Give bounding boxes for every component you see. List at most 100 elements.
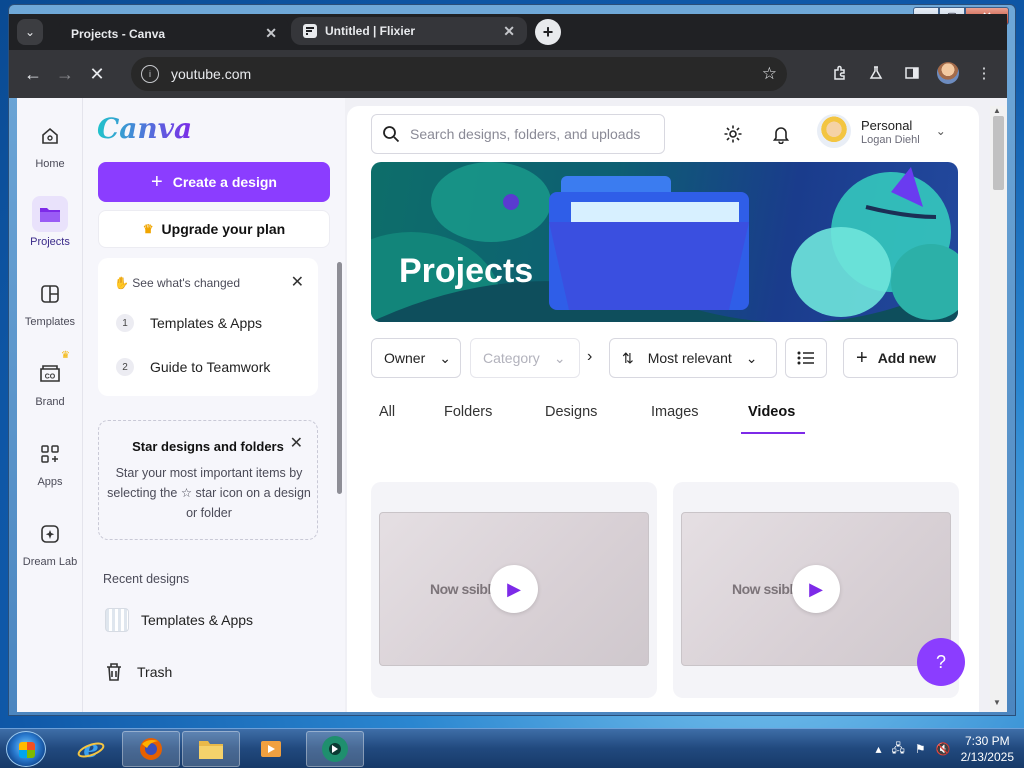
- list-view-button[interactable]: [785, 338, 827, 378]
- scroll-up-arrow-icon[interactable]: ▲: [993, 106, 1001, 115]
- home-icon: [32, 118, 68, 154]
- recent-design-item[interactable]: Templates & Apps: [105, 608, 253, 632]
- canva-logo[interactable]: Canva: [97, 112, 192, 145]
- profile-avatar-icon[interactable]: [933, 58, 963, 88]
- firefox-taskbar-icon[interactable]: [122, 731, 180, 767]
- system-tray: ▴ 🖧 ⚑ 🔇 7:30 PM 2/13/2025: [875, 729, 1014, 768]
- rail-label: Apps: [37, 476, 63, 488]
- rail-label: Projects: [30, 236, 70, 248]
- tab-strip: ⌄ Projects - Canva ✕ Untitled | Flixier …: [9, 14, 1007, 50]
- tab-videos[interactable]: Videos: [748, 404, 795, 420]
- start-button[interactable]: [6, 731, 46, 767]
- rail-item-templates[interactable]: Templates: [17, 276, 83, 328]
- media-player-taskbar-icon[interactable]: [242, 731, 300, 767]
- close-card-icon[interactable]: ✕: [291, 272, 304, 292]
- show-hidden-icons-icon[interactable]: ▴: [875, 742, 881, 756]
- action-center-flag-icon[interactable]: ⚑: [915, 742, 926, 756]
- internet-explorer-taskbar-icon[interactable]: e: [62, 731, 120, 767]
- new-tab-button[interactable]: +: [535, 19, 561, 45]
- file-explorer-taskbar-icon[interactable]: [182, 731, 240, 767]
- help-button[interactable]: ?: [917, 638, 965, 686]
- left-rail: Home Projects Templates ♛ CO Brand Apps: [17, 98, 83, 712]
- owner-filter-label: Owner: [384, 350, 426, 366]
- upgrade-plan-button[interactable]: ♛ Upgrade your plan: [98, 210, 330, 248]
- chevron-right-icon[interactable]: ›: [587, 348, 592, 366]
- rail-item-projects[interactable]: Projects: [17, 196, 83, 248]
- page-scrollbar-thumb[interactable]: [993, 116, 1004, 190]
- site-info-icon[interactable]: i: [141, 65, 159, 83]
- labs-flask-icon[interactable]: [861, 58, 891, 88]
- notifications-bell-icon[interactable]: [767, 120, 795, 148]
- bookmark-star-icon[interactable]: ☆: [762, 64, 777, 84]
- browser-toolbar: ← → ✕ i youtube.com ☆ ⋮: [9, 50, 1007, 98]
- star-card-body: Star your most important items by select…: [107, 466, 311, 520]
- tab-folders[interactable]: Folders: [444, 404, 492, 420]
- recent-design-label: Templates & Apps: [141, 612, 254, 628]
- owner-filter[interactable]: Owner ⌄: [371, 338, 461, 378]
- search-input[interactable]: Search designs, folders, and uploads: [371, 114, 665, 154]
- changed-item-guide-teamwork[interactable]: 2 Guide to Teamwork: [116, 358, 270, 376]
- tab-close-icon[interactable]: ✕: [265, 25, 277, 42]
- tab-projects-canva[interactable]: Projects - Canva ✕: [59, 17, 289, 50]
- rail-item-brand[interactable]: ♛ CO Brand: [17, 350, 83, 408]
- clock-time: 7:30 PM: [964, 734, 1010, 748]
- stop-loading-button[interactable]: ✕: [81, 58, 113, 90]
- changed-item-templates-apps[interactable]: 1 Templates & Apps: [116, 314, 262, 332]
- avatar: [817, 114, 851, 148]
- rail-label: Templates: [24, 316, 76, 328]
- settings-gear-icon[interactable]: [719, 120, 747, 148]
- rail-label: Dream Lab: [22, 556, 78, 568]
- chevron-down-icon: ⌄: [553, 349, 566, 366]
- page-scrollbar-track[interactable]: [990, 106, 1007, 712]
- add-new-button[interactable]: + Add new: [843, 338, 958, 378]
- play-icon[interactable]: ▶: [792, 565, 840, 613]
- banner-title: Projects: [399, 252, 534, 290]
- video-card[interactable]: Now ssible ▶: [673, 482, 959, 698]
- rail-item-dream-lab[interactable]: Dream Lab: [17, 516, 83, 568]
- tab-close-icon[interactable]: ✕: [503, 23, 515, 40]
- tab-images[interactable]: Images: [651, 404, 699, 420]
- create-design-button[interactable]: + Create a design: [98, 162, 330, 202]
- search-icon: [383, 126, 400, 143]
- category-filter[interactable]: Category ⌄: [470, 338, 580, 378]
- profile-switcher[interactable]: Personal Logan Diehl ⌄: [817, 114, 946, 148]
- browser-chrome: ⌄ Projects - Canva ✕ Untitled | Flixier …: [9, 14, 1007, 98]
- profile-name: Personal: [861, 117, 913, 133]
- video-card[interactable]: Now ssible ▶: [371, 482, 657, 698]
- changed-item-label: Templates & Apps: [150, 315, 263, 331]
- tab-search-button[interactable]: ⌄: [17, 19, 43, 45]
- tab-flixier[interactable]: Untitled | Flixier ✕: [291, 17, 527, 45]
- svg-text:e: e: [83, 735, 98, 763]
- panel-scrollbar[interactable]: [337, 262, 342, 494]
- volume-muted-icon[interactable]: 🔇: [936, 742, 951, 756]
- taskbar-clock[interactable]: 7:30 PM 2/13/2025: [961, 733, 1014, 765]
- side-panel-icon[interactable]: [897, 58, 927, 88]
- tab-designs[interactable]: Designs: [545, 404, 597, 420]
- clock-date: 2/13/2025: [960, 750, 1014, 764]
- sort-dropdown[interactable]: ⇅ Most relevant ⌄: [609, 338, 777, 378]
- active-tab-indicator: [741, 432, 805, 434]
- rail-label: Brand: [35, 396, 65, 408]
- rail-item-home[interactable]: Home: [17, 118, 83, 170]
- recent-designs-heading: Recent designs: [103, 572, 190, 586]
- apps-icon: [32, 436, 68, 472]
- star-card-title: Star designs and folders: [132, 439, 284, 454]
- rail-item-apps[interactable]: Apps: [17, 436, 83, 488]
- forward-button[interactable]: →: [49, 58, 81, 90]
- extensions-icon[interactable]: [825, 58, 855, 88]
- chrome-taskbar-icon[interactable]: [306, 731, 364, 767]
- play-icon[interactable]: ▶: [490, 565, 538, 613]
- page-viewport: Home Projects Templates ♛ CO Brand Apps: [17, 98, 1007, 712]
- back-button[interactable]: ←: [17, 58, 49, 90]
- tab-all[interactable]: All: [379, 404, 395, 420]
- scroll-down-arrow-icon[interactable]: ▼: [993, 698, 1001, 707]
- main-content: Search designs, folders, and uploads Per…: [347, 106, 979, 712]
- projects-banner: Projects: [371, 162, 958, 322]
- close-card-icon[interactable]: ✕: [290, 433, 303, 453]
- whats-changed-card: ✋ See what's changed ✕ 1 Templates & App…: [98, 258, 318, 396]
- menu-dots-icon[interactable]: ⋮: [969, 58, 999, 88]
- trash-item[interactable]: Trash: [105, 662, 172, 682]
- network-icon[interactable]: 🖧: [892, 739, 905, 760]
- list-view-icon: [797, 351, 814, 365]
- address-bar[interactable]: i youtube.com ☆: [131, 57, 787, 91]
